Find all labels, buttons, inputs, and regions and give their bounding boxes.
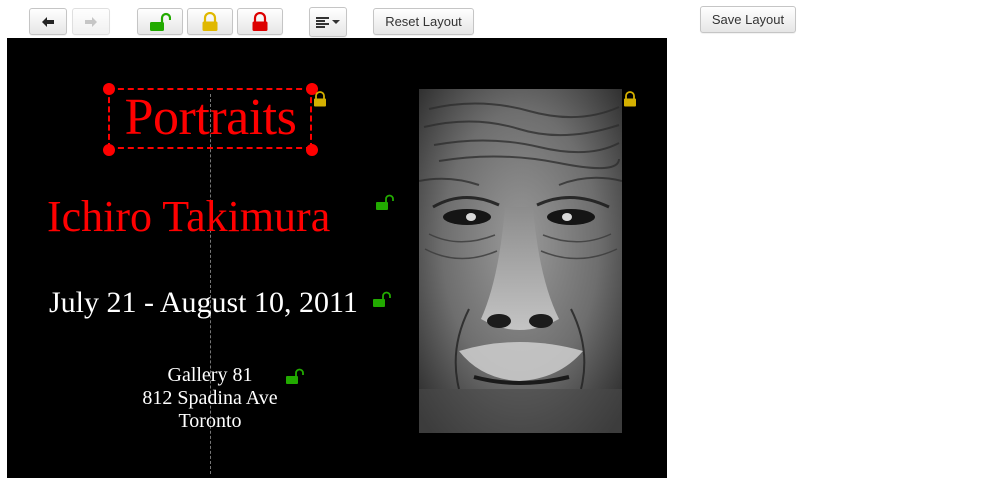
unlocked-padlock-icon[interactable] xyxy=(372,291,392,307)
venue-name: Gallery 81 xyxy=(167,364,253,386)
arrow-right-icon xyxy=(85,16,97,27)
lock-button[interactable] xyxy=(237,8,283,35)
reset-layout-button[interactable]: Reset Layout xyxy=(373,8,474,35)
unlocked-padlock-icon[interactable] xyxy=(375,194,395,210)
resize-handle-bottom-right[interactable] xyxy=(306,144,318,156)
venue-city: Toronto xyxy=(178,410,242,432)
poster-venue[interactable]: Gallery 81 812 Spadina Ave Toronto xyxy=(127,364,293,433)
padlock-icon[interactable] xyxy=(312,91,328,107)
save-layout-button[interactable]: Save Layout xyxy=(700,6,796,33)
partial-lock-button[interactable] xyxy=(187,8,233,35)
selection-box xyxy=(108,88,312,149)
arrow-left-icon xyxy=(42,16,54,27)
locked-padlock-icon xyxy=(252,11,268,31)
venue-address: 812 Spadina Ave xyxy=(142,387,278,409)
poster-artist[interactable]: Ichiro Takimura xyxy=(47,190,330,244)
padlock-icon xyxy=(202,11,218,31)
unlocked-padlock-icon xyxy=(150,12,171,31)
poster-dates[interactable]: July 21 - August 10, 2011 xyxy=(49,283,358,323)
redo-button[interactable] xyxy=(72,8,110,35)
align-dropdown-button[interactable] xyxy=(309,7,347,37)
undo-button[interactable] xyxy=(29,8,67,35)
poster-canvas[interactable]: Portraits Ichiro Takimura July 21 - Augu… xyxy=(7,38,667,478)
align-left-icon xyxy=(316,16,329,28)
chevron-down-icon xyxy=(332,20,340,24)
resize-handle-bottom-left[interactable] xyxy=(103,144,115,156)
portrait-photo[interactable] xyxy=(419,89,622,433)
resize-handle-top-left[interactable] xyxy=(103,83,115,95)
padlock-icon[interactable] xyxy=(622,91,638,107)
unlocked-padlock-icon[interactable] xyxy=(285,368,305,384)
unlock-button[interactable] xyxy=(137,8,183,35)
